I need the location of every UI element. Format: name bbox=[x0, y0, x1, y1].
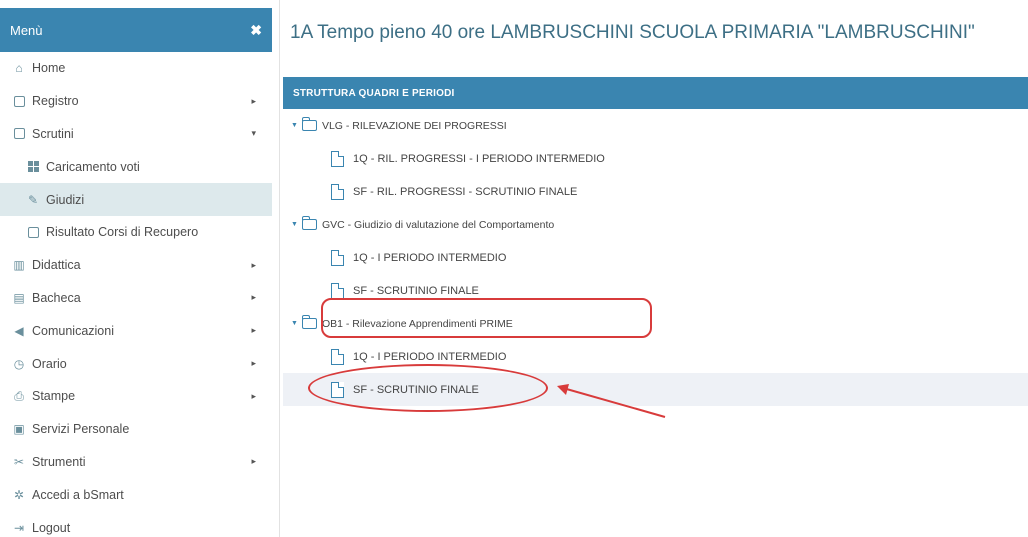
chevron-down-icon: ▾ bbox=[251, 128, 256, 139]
sidebar-item-orario[interactable]: ◷ Orario ▸ bbox=[0, 347, 272, 380]
page-title: 1A Tempo pieno 40 ore LAMBRUSCHINI SCUOL… bbox=[290, 22, 975, 43]
expand-toggle-icon[interactable]: ▼ bbox=[291, 320, 298, 327]
file-icon bbox=[331, 249, 344, 266]
sidebar-item-giudizi[interactable]: ✎ Giudizi bbox=[0, 183, 272, 216]
briefcase-icon: ▣ bbox=[13, 422, 25, 437]
tree-leaf[interactable]: SF - RIL. PROGRESSI - SCRUTINIO FINALE bbox=[283, 175, 1028, 208]
sidebar-item-comunicazioni[interactable]: ◀ Comunicazioni ▸ bbox=[0, 314, 272, 347]
annotation-ellipse bbox=[308, 364, 548, 412]
chevron-right-icon: ▸ bbox=[251, 259, 256, 270]
sidebar-item-label: Bacheca bbox=[32, 290, 81, 305]
sidebar-item-logout[interactable]: ⇥ Logout bbox=[0, 511, 272, 537]
sidebar-item-label: Home bbox=[32, 61, 66, 76]
sidebar-item-label: Strumenti bbox=[32, 454, 86, 469]
tree-leaf-label: SF - RIL. PROGRESSI - SCRUTINIO FINALE bbox=[353, 185, 578, 198]
menu-header: Menù ✖ bbox=[0, 8, 272, 52]
period-tree: ▼ VLG - RILEVAZIONE DEI PROGRESSI 1Q - R… bbox=[283, 109, 1028, 406]
tree-leaf[interactable]: 1Q - I PERIODO INTERMEDIO bbox=[283, 241, 1028, 274]
megaphone-icon: ◀ bbox=[14, 323, 24, 338]
chevron-right-icon: ▸ bbox=[251, 325, 256, 336]
sidebar-item-label: Giudizi bbox=[46, 192, 85, 207]
grid-icon bbox=[26, 160, 40, 174]
annotation-arrow-icon bbox=[557, 384, 666, 418]
sidebar-item-label: Risultato Corsi di Recupero bbox=[46, 225, 199, 240]
folder-open-icon bbox=[301, 315, 317, 329]
board-icon: ▤ bbox=[13, 290, 25, 305]
tree-node-vlg[interactable]: ▼ VLG - RILEVAZIONE DEI PROGRESSI bbox=[283, 109, 1028, 142]
sidebar-item-label: Registro bbox=[32, 94, 79, 109]
tree-leaf-label: SF - SCRUTINIO FINALE bbox=[353, 284, 479, 297]
calendar-icon bbox=[12, 94, 26, 108]
tree-leaf[interactable]: 1Q - RIL. PROGRESSI - I PERIODO INTERMED… bbox=[283, 142, 1028, 175]
clock-icon: ◷ bbox=[13, 356, 25, 371]
file-icon bbox=[331, 282, 344, 299]
home-icon: ⌂ bbox=[15, 61, 23, 76]
tree-leaf-label: 1Q - RIL. PROGRESSI - I PERIODO INTERMED… bbox=[353, 152, 605, 165]
folder-open-icon bbox=[301, 216, 317, 230]
chevron-right-icon: ▸ bbox=[251, 358, 256, 369]
star-icon: ✲ bbox=[13, 487, 25, 502]
sidebar-item-home[interactable]: ⌂ Home bbox=[0, 52, 272, 85]
annotation-rectangle bbox=[321, 298, 652, 338]
sidebar-item-label: Caricamento voti bbox=[46, 159, 140, 174]
edit-icon: ✎ bbox=[27, 192, 39, 207]
file-icon bbox=[331, 150, 344, 167]
file-icon bbox=[331, 183, 344, 200]
sidebar-item-stampe[interactable]: ⎙ Stampe ▸ bbox=[0, 380, 272, 413]
document-icon bbox=[26, 225, 40, 239]
sidebar-item-label: Scrutini bbox=[32, 126, 74, 141]
document-icon bbox=[12, 127, 26, 141]
sidebar-item-label: Orario bbox=[32, 356, 67, 371]
sidebar-item-didattica[interactable]: ▥ Didattica ▸ bbox=[0, 249, 272, 282]
sidebar-item-label: Logout bbox=[32, 520, 71, 535]
sidebar-item-label: Comunicazioni bbox=[32, 323, 114, 338]
chevron-right-icon: ▸ bbox=[251, 292, 256, 303]
sidebar: Menù ✖ ⌂ Home Registro ▸ Scrutini ▾ Cari… bbox=[0, 0, 280, 537]
sidebar-item-caricamento-voti[interactable]: Caricamento voti bbox=[0, 150, 272, 183]
menu-title: Menù bbox=[10, 22, 43, 38]
sidebar-item-servizi-personale[interactable]: ▣ Servizi Personale bbox=[0, 413, 272, 446]
sidebar-item-registro[interactable]: Registro ▸ bbox=[0, 85, 272, 118]
chevron-right-icon: ▸ bbox=[251, 390, 256, 401]
sidebar-item-label: Servizi Personale bbox=[32, 422, 130, 437]
tree-leaf-label: 1Q - I PERIODO INTERMEDIO bbox=[353, 251, 507, 264]
menu-list: ⌂ Home Registro ▸ Scrutini ▾ Caricamento… bbox=[0, 52, 272, 537]
file-icon bbox=[331, 348, 344, 365]
sidebar-item-bsmart[interactable]: ✲ Accedi a bSmart bbox=[0, 478, 272, 511]
book-icon: ▥ bbox=[13, 258, 25, 273]
sidebar-item-bacheca[interactable]: ▤ Bacheca ▸ bbox=[0, 282, 272, 315]
folder-open-icon bbox=[301, 117, 317, 131]
expand-toggle-icon[interactable]: ▼ bbox=[291, 221, 298, 228]
chevron-right-icon: ▸ bbox=[251, 456, 256, 467]
sidebar-item-label: Stampe bbox=[32, 389, 76, 404]
logout-icon: ⇥ bbox=[13, 520, 25, 535]
sidebar-item-risultato-corsi[interactable]: Risultato Corsi di Recupero bbox=[0, 216, 272, 249]
tools-icon: ✂ bbox=[13, 454, 25, 469]
sidebar-item-label: Accedi a bSmart bbox=[32, 487, 124, 502]
tree-node-gvc[interactable]: ▼ GVC - Giudizio di valutazione del Comp… bbox=[283, 208, 1028, 241]
sidebar-item-label: Didattica bbox=[32, 258, 81, 273]
chevron-right-icon: ▸ bbox=[251, 95, 256, 106]
tree-leaf-label: 1Q - I PERIODO INTERMEDIO bbox=[353, 350, 507, 363]
tree-node-label: VLG - RILEVAZIONE DEI PROGRESSI bbox=[321, 119, 507, 132]
close-icon[interactable]: ✖ bbox=[250, 22, 262, 39]
sidebar-item-strumenti[interactable]: ✂ Strumenti ▸ bbox=[0, 446, 272, 479]
sidebar-item-scrutini[interactable]: Scrutini ▾ bbox=[0, 118, 272, 151]
panel-header: STRUTTURA QUADRI E PERIODI bbox=[283, 77, 1028, 109]
tree-node-label: GVC - Giudizio di valutazione del Compor… bbox=[321, 218, 555, 231]
printer-icon: ⎙ bbox=[14, 388, 24, 403]
expand-toggle-icon[interactable]: ▼ bbox=[291, 122, 298, 129]
